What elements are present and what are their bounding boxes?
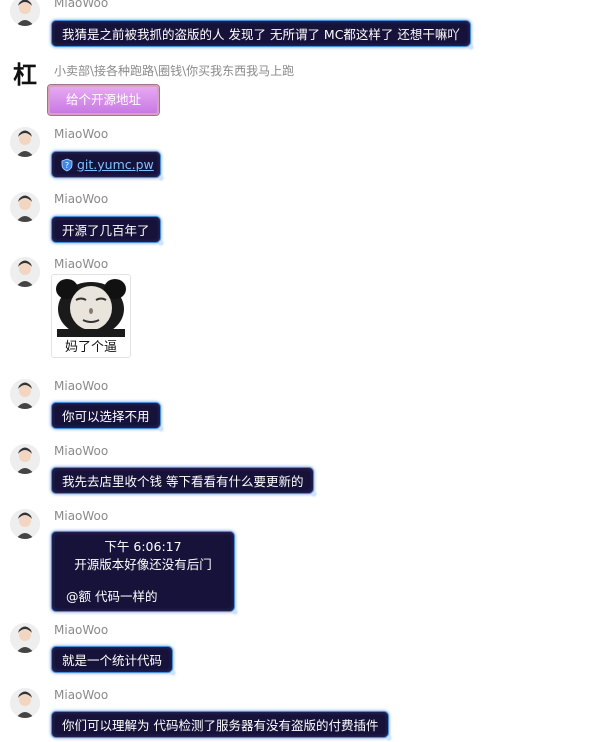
quote-time: 下午 6:06:17 bbox=[104, 539, 182, 554]
sender-name: MiaoWoo bbox=[54, 444, 109, 458]
avatar-icon bbox=[10, 257, 40, 287]
message-bubble[interactable]: 就是一个统计代码 bbox=[51, 646, 176, 675]
sender-name: MiaoWoo bbox=[54, 688, 109, 702]
avatar[interactable] bbox=[10, 509, 40, 539]
avatar[interactable] bbox=[10, 688, 40, 718]
message-bubble: ? git.yumc.pw bbox=[51, 151, 163, 180]
message-bubble[interactable]: 我先去店里收个钱 等下看看有什么要更新的 bbox=[51, 467, 317, 496]
message-bubble[interactable]: 下午 6:06:17 开源版本好像还没有后门 @额 代码一样的 bbox=[51, 531, 237, 614]
avatar[interactable] bbox=[10, 379, 40, 409]
sender-name: MiaoWoo bbox=[54, 509, 109, 523]
message-bubble[interactable]: 我猜是之前被我抓的盗版的人 发现了 无所谓了 MC都这样了 还想干嘛吖 bbox=[51, 20, 473, 49]
avatar[interactable] bbox=[10, 623, 40, 653]
avatar[interactable] bbox=[10, 192, 40, 222]
sender-name: 小卖部\接各种跑路\圈钱\你买我东西我马上跑 bbox=[54, 64, 295, 78]
svg-text:?: ? bbox=[65, 161, 69, 170]
avatar[interactable] bbox=[10, 127, 40, 157]
sticker-image[interactable]: 妈了个逼 bbox=[51, 274, 131, 358]
avatar[interactable] bbox=[10, 257, 40, 287]
avatar-icon bbox=[10, 379, 40, 409]
sender-name: MiaoWoo bbox=[54, 623, 109, 637]
link-git[interactable]: git.yumc.pw bbox=[77, 151, 154, 178]
sticker-caption: 妈了个逼 bbox=[64, 340, 117, 355]
message-bubble[interactable]: 给个开源地址 bbox=[48, 85, 160, 115]
avatar-icon bbox=[10, 623, 40, 653]
panda-face-icon bbox=[56, 279, 126, 337]
sender-name: MiaoWoo bbox=[54, 192, 109, 206]
quote-text: 开源版本好像还没有后门 bbox=[74, 557, 212, 572]
sender-name: MiaoWoo bbox=[54, 0, 109, 10]
avatar[interactable] bbox=[10, 444, 40, 474]
avatar-icon bbox=[10, 127, 40, 157]
sender-name: MiaoWoo bbox=[54, 257, 109, 271]
avatar-icon bbox=[10, 0, 40, 26]
avatar-icon bbox=[10, 192, 40, 222]
avatar[interactable]: 杠 bbox=[10, 60, 40, 90]
reply-text: @额 代码一样的 bbox=[66, 589, 158, 604]
message-bubble[interactable]: 你们可以理解为 代码检测了服务器有没有盗版的付费插件 bbox=[51, 711, 392, 740]
sender-name: MiaoWoo bbox=[54, 127, 109, 141]
message-bubble[interactable]: 开源了几百年了 bbox=[51, 216, 163, 245]
avatar-icon bbox=[10, 509, 40, 539]
avatar-icon bbox=[10, 688, 40, 718]
shield-icon: ? bbox=[61, 158, 73, 171]
message-bubble[interactable]: 你可以选择不用 bbox=[51, 402, 163, 431]
sender-name: MiaoWoo bbox=[54, 379, 109, 393]
avatar[interactable] bbox=[10, 0, 40, 26]
avatar-icon bbox=[10, 444, 40, 474]
